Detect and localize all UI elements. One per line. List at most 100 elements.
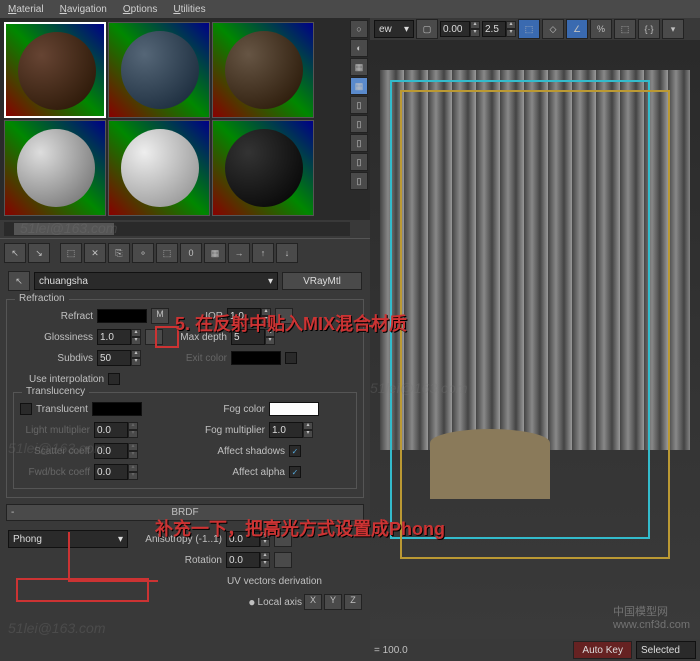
affectalpha-label: Affect alpha bbox=[185, 467, 285, 478]
rotation-map-button[interactable] bbox=[274, 552, 292, 568]
put-to-scene-icon[interactable]: ↘ bbox=[28, 243, 50, 263]
autokey-button[interactable]: Auto Key bbox=[573, 641, 632, 659]
material-editor-panel: ○ ◐ ▦ ▦ ▯ ▯ ▯ ▯ ▯ ↖ ↘ ⬚ ✕ ⎘ ⚬ ⬚ 0 ▦ → ↑ bbox=[0, 18, 370, 661]
exitcolor-checkbox[interactable] bbox=[285, 352, 297, 364]
menu-options[interactable]: Options bbox=[123, 4, 157, 15]
highlight-phong bbox=[16, 578, 149, 602]
refract-color[interactable] bbox=[97, 309, 147, 323]
view-dropdown[interactable]: ew▾ bbox=[374, 20, 414, 38]
material-slot-2[interactable] bbox=[108, 22, 210, 118]
grid-value: = 100.0 bbox=[374, 645, 408, 656]
material-name-dropdown[interactable]: chuangsha ▾ bbox=[34, 272, 278, 290]
viewport: ew▾ ▢ ▴▾ ▴▾ ⬚ ◇ ∠ % ⬚ {·} ▾ = 100.0 Auto… bbox=[370, 18, 700, 661]
pick-material-icon[interactable]: ↖ bbox=[8, 271, 30, 291]
select-by-mat-icon[interactable]: ▯ bbox=[350, 153, 368, 171]
axis-z-button[interactable]: Z bbox=[344, 594, 362, 610]
sample-type-icon[interactable]: ○ bbox=[350, 20, 368, 38]
menu-material[interactable]: MMaterialaterial bbox=[8, 4, 44, 15]
annotation-1: 5. 在反射中贴入MIX混合材质 bbox=[175, 310, 690, 336]
show-end-result-icon[interactable]: → bbox=[228, 243, 250, 263]
glossiness-spinner[interactable]: ▴▾ bbox=[97, 329, 141, 345]
make-copy-icon[interactable]: ⎘ bbox=[108, 243, 130, 263]
exitcolor-label: Exit color bbox=[167, 353, 227, 364]
assign-to-selection-icon[interactable]: ⬚ bbox=[60, 243, 82, 263]
watermark-3: 51lei@163.com bbox=[8, 620, 106, 636]
vp-tool-1[interactable]: ▢ bbox=[416, 19, 438, 39]
vp-tool-5[interactable]: % bbox=[590, 19, 612, 39]
material-name-text: chuangsha bbox=[39, 276, 88, 287]
interpolation-checkbox[interactable] bbox=[108, 373, 120, 385]
subdivs-spinner[interactable]: ▴▾ bbox=[97, 350, 141, 366]
fogcolor-label: Fog color bbox=[185, 404, 265, 415]
sample-uv-icon[interactable]: ▦ bbox=[350, 77, 368, 95]
get-material-icon[interactable]: ↖ bbox=[4, 243, 26, 263]
make-unique-icon[interactable]: ⚬ bbox=[132, 243, 154, 263]
matlib-icon[interactable]: ▯ bbox=[350, 172, 368, 190]
snap-toggle-icon[interactable]: ⬚ bbox=[518, 19, 540, 39]
brdf-type-text: Phong bbox=[13, 534, 42, 545]
fwdbck-spinner: ▴▾ bbox=[94, 464, 138, 480]
material-name-row: ↖ chuangsha ▾ VRayMtl bbox=[0, 267, 370, 295]
backlight-icon[interactable]: ◐ bbox=[350, 39, 368, 57]
affectshadows-label: Affect shadows bbox=[185, 446, 285, 457]
viewport-render[interactable] bbox=[370, 40, 700, 639]
vp-tool-3[interactable]: ◇ bbox=[542, 19, 564, 39]
rollout-collapse-icon: - bbox=[11, 507, 14, 518]
menu-navigation[interactable]: Navigation bbox=[60, 4, 107, 15]
vp-tool-6[interactable]: ⬚ bbox=[614, 19, 636, 39]
viewport-toolbar: ew▾ ▢ ▴▾ ▴▾ ⬚ ◇ ∠ % ⬚ {·} ▾ bbox=[370, 18, 700, 40]
translucent-color[interactable] bbox=[92, 402, 142, 416]
options-icon[interactable]: ▯ bbox=[350, 134, 368, 152]
axis-y-button[interactable]: Y bbox=[324, 594, 342, 610]
material-type-button[interactable]: VRayMtl bbox=[282, 272, 362, 290]
refract-label: Refract bbox=[13, 311, 93, 322]
glossiness-label: Glossiness bbox=[13, 332, 93, 343]
vp-spinner-2[interactable]: ▴▾ bbox=[482, 21, 516, 37]
reset-map-icon[interactable]: ✕ bbox=[84, 243, 106, 263]
material-toolbar: ↖ ↘ ⬚ ✕ ⎘ ⚬ ⬚ 0 ▦ → ↑ ↓ bbox=[0, 238, 370, 267]
material-slot-5[interactable] bbox=[108, 120, 210, 216]
site-watermark: 中国模型网 www.cnf3d.com bbox=[613, 603, 690, 631]
refract-map-button[interactable]: M bbox=[151, 308, 169, 324]
subdivs-label: Subdivs bbox=[13, 353, 93, 364]
material-slot-6[interactable] bbox=[212, 120, 314, 216]
go-to-parent-icon[interactable]: ↑ bbox=[252, 243, 274, 263]
watermark-1: 51lei@163.com bbox=[20, 220, 118, 236]
interpolation-label: Use interpolation bbox=[29, 374, 104, 385]
watermark-2: 51lei@163.com bbox=[8, 440, 106, 456]
go-forward-icon[interactable]: ↓ bbox=[276, 243, 298, 263]
refraction-title: Refraction bbox=[15, 293, 69, 304]
annotation-2: 补充一下，把高光方式设置成Phong bbox=[155, 515, 690, 541]
angle-snap-icon[interactable]: ∠ bbox=[566, 19, 588, 39]
fog-color[interactable] bbox=[269, 402, 319, 416]
swatch-side-tools: ○ ◐ ▦ ▦ ▯ ▯ ▯ ▯ ▯ bbox=[350, 20, 368, 190]
dropdown-arrow-icon: ▾ bbox=[268, 276, 273, 287]
keyfilter-dropdown[interactable]: Selected bbox=[636, 641, 696, 659]
translucent-label: Translucent bbox=[36, 404, 88, 415]
affectshadows-checkbox[interactable]: ✓ bbox=[289, 445, 301, 457]
connector-2 bbox=[68, 532, 158, 582]
show-in-viewport-icon[interactable]: ▦ bbox=[204, 243, 226, 263]
vp-spinner-1[interactable]: ▴▾ bbox=[440, 21, 480, 37]
material-id-icon[interactable]: 0 bbox=[180, 243, 202, 263]
translucent-checkbox[interactable] bbox=[20, 403, 32, 415]
material-slot-1[interactable] bbox=[4, 22, 106, 118]
video-color-icon[interactable]: ▯ bbox=[350, 96, 368, 114]
uvderiv-label: UV vectors derivation bbox=[227, 576, 322, 587]
axis-x-button[interactable]: X bbox=[304, 594, 322, 610]
menu-utilities[interactable]: Utilities bbox=[173, 4, 205, 15]
fogmult-spinner[interactable]: ▴▾ bbox=[269, 422, 313, 438]
viewport-statusbar: = 100.0 Auto Key Selected bbox=[370, 639, 700, 661]
put-to-library-icon[interactable]: ⬚ bbox=[156, 243, 178, 263]
localaxis-label: Local axis bbox=[258, 597, 302, 608]
exit-color[interactable] bbox=[231, 351, 281, 365]
translucency-title: Translucency bbox=[22, 386, 89, 397]
affectalpha-checkbox[interactable]: ✓ bbox=[289, 466, 301, 478]
vp-tool-7[interactable]: {·} bbox=[638, 19, 660, 39]
make-preview-icon[interactable]: ▯ bbox=[350, 115, 368, 133]
vp-tool-8[interactable]: ▾ bbox=[662, 19, 684, 39]
rotation-spinner[interactable]: ▴▾ bbox=[226, 552, 270, 568]
material-slot-3[interactable] bbox=[212, 22, 314, 118]
background-icon[interactable]: ▦ bbox=[350, 58, 368, 76]
material-slot-4[interactable] bbox=[4, 120, 106, 216]
